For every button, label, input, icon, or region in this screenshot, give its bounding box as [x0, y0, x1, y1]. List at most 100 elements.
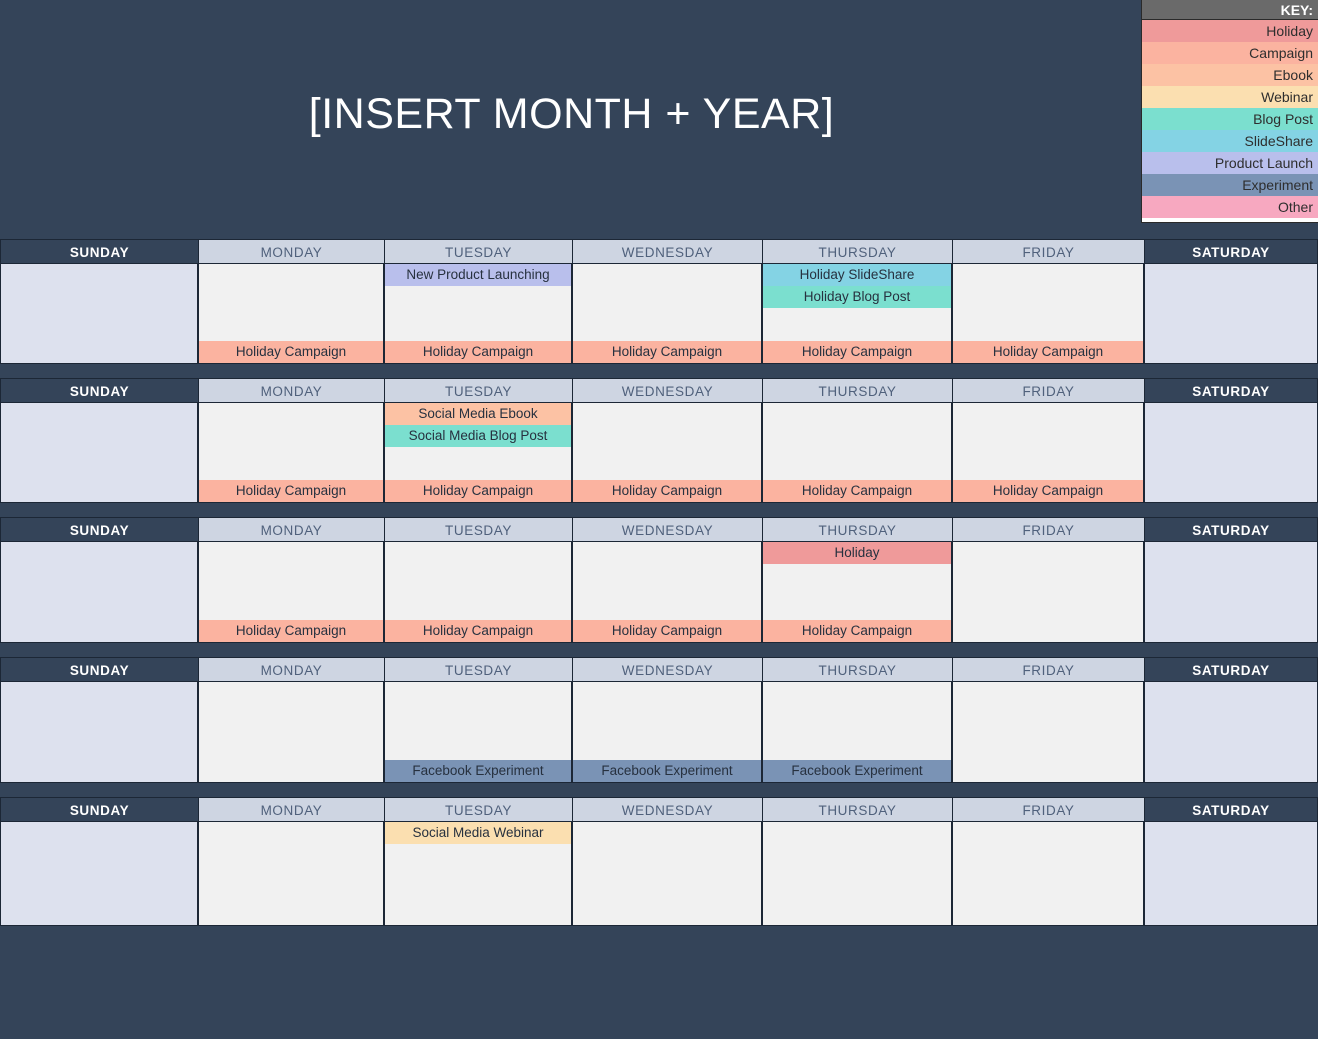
calendar-event[interactable]: Facebook Experiment: [573, 760, 761, 782]
day-cell-saturday[interactable]: [1144, 542, 1318, 643]
calendar-day-row: SUNDAY MONDAY Holiday Campaign TUESDAY New P…: [0, 239, 1318, 364]
day-header-tuesday: TUESDAY: [384, 517, 572, 542]
day-bottom-events: Holiday Campaign: [763, 620, 951, 642]
day-bottom-events: Holiday Campaign: [763, 480, 951, 502]
calendar-event[interactable]: Social Media Ebook: [385, 403, 571, 425]
calendar-event[interactable]: Holiday Campaign: [573, 341, 761, 363]
calendar-day-column-tuesday: TUESDAY Holiday Campaign: [384, 517, 572, 643]
day-cell-friday[interactable]: [952, 542, 1144, 643]
calendar-day-column-thursday: THURSDAY Holiday SlideShare Holiday Blog P…: [762, 239, 952, 364]
day-cell-spacer: [573, 264, 761, 341]
day-cell-wednesday[interactable]: Holiday Campaign: [572, 403, 762, 503]
day-header-saturday: SATURDAY: [1144, 517, 1318, 542]
calendar-event[interactable]: Holiday Campaign: [953, 480, 1143, 502]
day-cell-spacer: [1145, 822, 1317, 925]
calendar-event[interactable]: Holiday Campaign: [763, 620, 951, 642]
calendar-day-row: SUNDAY MONDAY Holiday Campaign TUESDAY Holid…: [0, 517, 1318, 643]
key-legend-item-ebook: Ebook: [1142, 64, 1318, 86]
day-cell-friday[interactable]: [952, 682, 1144, 783]
calendar-event[interactable]: Holiday Campaign: [199, 620, 383, 642]
day-cell-wednesday[interactable]: Holiday Campaign: [572, 264, 762, 364]
calendar-day-column-friday: FRIDAY Holiday Campaign: [952, 239, 1144, 364]
day-cell-spacer: [199, 822, 383, 925]
day-cell-thursday[interactable]: [762, 822, 952, 926]
day-cell-friday[interactable]: Holiday Campaign: [952, 264, 1144, 364]
calendar-event[interactable]: Holiday Campaign: [385, 480, 571, 502]
day-cell-tuesday[interactable]: New Product Launching Holiday Campaign: [384, 264, 572, 364]
day-cell-wednesday[interactable]: Facebook Experiment: [572, 682, 762, 783]
calendar-event[interactable]: Facebook Experiment: [385, 760, 571, 782]
day-top-events: Social Media Webinar: [385, 822, 571, 844]
calendar-day-column-wednesday: WEDNESDAY Holiday Campaign: [572, 378, 762, 503]
day-cell-saturday[interactable]: [1144, 403, 1318, 503]
calendar-day-column-wednesday: WEDNESDAY: [572, 797, 762, 926]
calendar-event[interactable]: Holiday Campaign: [763, 341, 951, 363]
calendar-day-column-saturday: SATURDAY: [1144, 657, 1318, 783]
day-cell-monday[interactable]: [198, 682, 384, 783]
day-cell-friday[interactable]: [952, 822, 1144, 926]
calendar-day-row: SUNDAY MONDAY TUESDAY Facebook Experiment WE…: [0, 657, 1318, 783]
day-header-tuesday: TUESDAY: [384, 378, 572, 403]
day-cell-spacer: [953, 542, 1143, 642]
calendar-event[interactable]: Holiday Campaign: [953, 341, 1143, 363]
day-cell-monday[interactable]: Holiday Campaign: [198, 264, 384, 364]
day-cell-saturday[interactable]: [1144, 264, 1318, 364]
calendar-event[interactable]: Social Media Webinar: [385, 822, 571, 844]
day-cell-sunday[interactable]: [0, 542, 198, 643]
day-cell-sunday[interactable]: [0, 822, 198, 926]
day-cell-thursday[interactable]: Facebook Experiment: [762, 682, 952, 783]
calendar-event[interactable]: Holiday Campaign: [573, 480, 761, 502]
day-cell-tuesday[interactable]: Facebook Experiment: [384, 682, 572, 783]
calendar-week-2: SUNDAY MONDAY Holiday Campaign TUESDAY Socia…: [0, 364, 1318, 503]
day-cell-saturday[interactable]: [1144, 682, 1318, 783]
day-header-sunday: SUNDAY: [0, 657, 198, 682]
calendar-day-column-sunday: SUNDAY: [0, 797, 198, 926]
day-cell-saturday[interactable]: [1144, 822, 1318, 926]
day-cell-monday[interactable]: Holiday Campaign: [198, 542, 384, 643]
day-cell-monday[interactable]: Holiday Campaign: [198, 403, 384, 503]
day-cell-sunday[interactable]: [0, 403, 198, 503]
day-header-friday: FRIDAY: [952, 517, 1144, 542]
calendar-event[interactable]: Holiday Campaign: [573, 620, 761, 642]
day-cell-wednesday[interactable]: [572, 822, 762, 926]
day-cell-thursday[interactable]: Holiday Holiday Campaign: [762, 542, 952, 643]
day-bottom-events: Facebook Experiment: [385, 760, 571, 782]
calendar-day-column-wednesday: WEDNESDAY Facebook Experiment: [572, 657, 762, 783]
day-header-saturday: SATURDAY: [1144, 657, 1318, 682]
day-header-tuesday: TUESDAY: [384, 657, 572, 682]
calendar-weeks: SUNDAY MONDAY Holiday Campaign TUESDAY New P…: [0, 228, 1318, 926]
day-cell-thursday[interactable]: Holiday SlideShare Holiday Blog Post Holid…: [762, 264, 952, 364]
calendar-event[interactable]: Holiday Campaign: [763, 480, 951, 502]
day-cell-spacer: [199, 264, 383, 341]
calendar-week-3: SUNDAY MONDAY Holiday Campaign TUESDAY Holid…: [0, 503, 1318, 643]
calendar-event[interactable]: Holiday Blog Post: [763, 286, 951, 308]
calendar-event[interactable]: Social Media Blog Post: [385, 425, 571, 447]
calendar-event[interactable]: Holiday Campaign: [199, 480, 383, 502]
day-cell-monday[interactable]: [198, 822, 384, 926]
day-cell-wednesday[interactable]: Holiday Campaign: [572, 542, 762, 643]
calendar-event[interactable]: Facebook Experiment: [763, 760, 951, 782]
day-header-sunday: SUNDAY: [0, 517, 198, 542]
calendar-event[interactable]: Holiday Campaign: [385, 620, 571, 642]
day-cell-sunday[interactable]: [0, 264, 198, 364]
calendar-event[interactable]: Holiday Campaign: [199, 341, 383, 363]
calendar-day-column-thursday: THURSDAY: [762, 797, 952, 926]
calendar-day-column-friday: FRIDAY: [952, 657, 1144, 783]
day-header-friday: FRIDAY: [952, 239, 1144, 264]
calendar-event[interactable]: New Product Launching: [385, 264, 571, 286]
day-header-wednesday: WEDNESDAY: [572, 797, 762, 822]
day-cell-spacer: [1, 264, 197, 363]
calendar-event[interactable]: Holiday Campaign: [385, 341, 571, 363]
calendar-day-column-sunday: SUNDAY: [0, 657, 198, 783]
day-cell-tuesday[interactable]: Social Media Webinar: [384, 822, 572, 926]
day-header-sunday: SUNDAY: [0, 378, 198, 403]
day-cell-tuesday[interactable]: Social Media Ebook Social Media Blog Post…: [384, 403, 572, 503]
calendar-event[interactable]: Holiday SlideShare: [763, 264, 951, 286]
day-cell-spacer: [763, 822, 951, 925]
day-cell-thursday[interactable]: Holiday Campaign: [762, 403, 952, 503]
day-cell-sunday[interactable]: [0, 682, 198, 783]
calendar-event[interactable]: Holiday: [763, 542, 951, 564]
day-cell-tuesday[interactable]: Holiday Campaign: [384, 542, 572, 643]
day-cell-spacer: [763, 403, 951, 480]
day-cell-friday[interactable]: Holiday Campaign: [952, 403, 1144, 503]
